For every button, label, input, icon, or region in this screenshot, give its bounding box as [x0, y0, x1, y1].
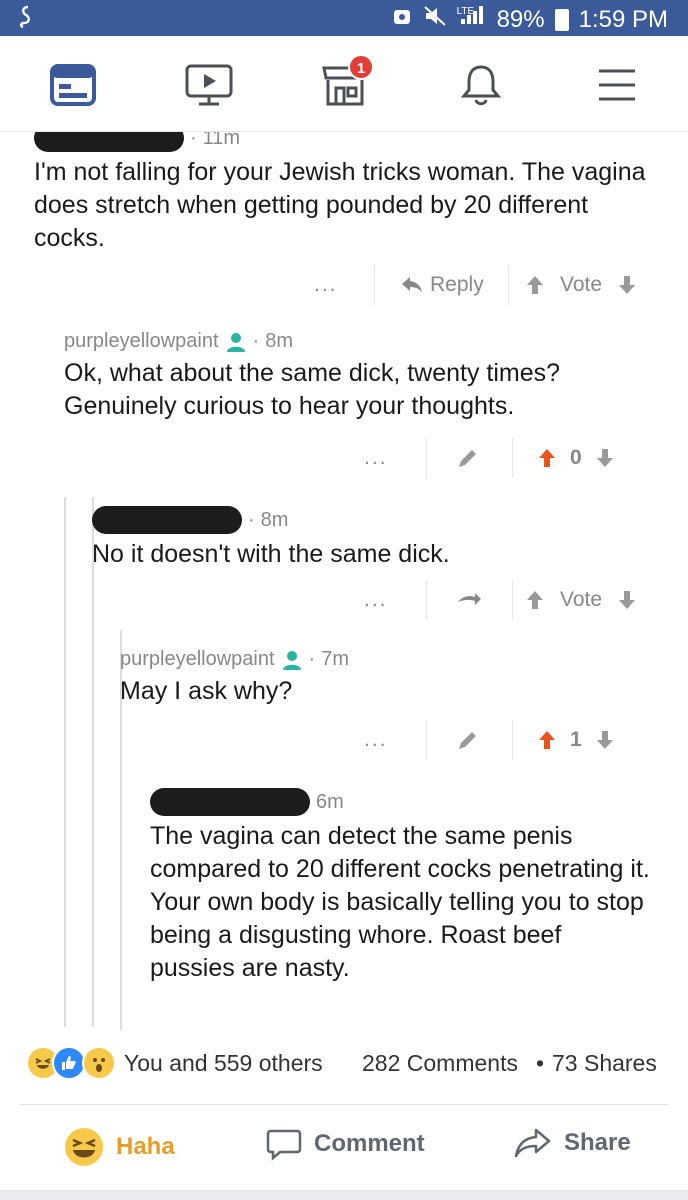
news-feed-icon[interactable]: [46, 58, 100, 112]
signal-icon: LTE: [457, 3, 487, 37]
pencil-icon: [459, 450, 476, 467]
comment-body: No it doesn't with the same dick.: [92, 540, 450, 568]
alarm-icon: [391, 5, 413, 36]
comment: · 8m No it doesn't with the same dick.: [92, 506, 652, 571]
watch-icon[interactable]: [182, 58, 236, 112]
notifications-icon[interactable]: [454, 58, 508, 112]
redacted-username: [34, 132, 184, 152]
upvote-icon[interactable]: [538, 730, 556, 750]
app-logo-icon: [14, 4, 38, 37]
more-options-button[interactable]: ...: [314, 273, 338, 297]
pencil-icon: [459, 732, 476, 749]
more-options-button[interactable]: ...: [364, 446, 388, 470]
marketplace-icon[interactable]: 1: [318, 54, 374, 112]
haha-icon: [65, 1128, 103, 1166]
downvote-icon[interactable]: [618, 275, 636, 295]
vote-control: Vote: [526, 588, 636, 612]
menu-icon[interactable]: [590, 58, 644, 112]
separator-dot: •: [536, 1050, 545, 1076]
redacted-username: [150, 788, 310, 816]
reply-button[interactable]: [456, 590, 482, 610]
edit-button[interactable]: [456, 728, 480, 752]
comment: · 11m I'm not falling for your Jewish tr…: [34, 132, 654, 255]
downvote-icon[interactable]: [596, 448, 614, 468]
upvote-icon[interactable]: [526, 275, 544, 295]
battery-percent: 89%: [496, 6, 545, 33]
downvote-icon[interactable]: [618, 590, 636, 610]
comment: purpleyellowpaint · 8m Ok, what about th…: [64, 330, 654, 423]
wow-icon: [82, 1046, 116, 1080]
comment-time: 8m: [260, 508, 289, 531]
comment-time: 7m: [321, 648, 350, 670]
user-icon: [281, 649, 303, 671]
vote-control: 1: [538, 728, 614, 752]
comment-thread: · 11m I'm not falling for your Jewish tr…: [0, 132, 688, 1030]
comment-username[interactable]: purpleyellowpaint: [120, 648, 275, 671]
reply-icon: [402, 277, 422, 293]
haha-button[interactable]: Haha: [64, 1127, 175, 1167]
comment-body: Ok, what about the same dick, twenty tim…: [64, 359, 561, 420]
share-icon: [514, 1128, 551, 1158]
comment: 6m The vagina can detect the same penis …: [150, 788, 650, 985]
reply-button[interactable]: Reply: [400, 273, 484, 297]
post-actions: Haha Comment Share: [0, 1105, 688, 1190]
comment-body: The vagina can detect the same penis com…: [150, 822, 650, 982]
clock: 1:59 PM: [578, 6, 668, 33]
vote-control: Vote: [526, 273, 636, 297]
bottom-strip: [0, 1190, 688, 1200]
reactions-text: You and 559 others: [124, 1050, 323, 1076]
comments-count[interactable]: 282 Comments: [362, 1050, 518, 1077]
reactions-summary[interactable]: You and 559 others 282 Comments • 73 Sha…: [0, 1040, 688, 1090]
comment-body: I'm not falling for your Jewish tricks w…: [34, 158, 646, 252]
comment-time: 8m: [265, 330, 294, 352]
thread-line: [64, 497, 66, 1027]
redacted-username: [92, 506, 242, 534]
more-options-button[interactable]: ...: [364, 588, 388, 612]
vote-score: 0: [570, 446, 582, 469]
comment-icon: [266, 1129, 302, 1161]
thread-line: [92, 497, 94, 1027]
status-bar: LTE 89% 1:59 PM: [0, 0, 688, 36]
comment-time: 11m: [202, 132, 241, 149]
user-icon: [225, 331, 247, 353]
facebook-nav-bar: 1: [0, 36, 688, 132]
shares-count[interactable]: 73 Shares: [552, 1050, 657, 1077]
like-icon: [52, 1046, 86, 1080]
share-button[interactable]: Share: [514, 1127, 631, 1159]
downvote-icon[interactable]: [596, 730, 614, 750]
comment-button[interactable]: Comment: [266, 1127, 425, 1161]
upvote-icon[interactable]: [538, 448, 556, 468]
mute-icon: [423, 5, 447, 36]
comment-body: May I ask why?: [120, 677, 293, 705]
edit-button[interactable]: [456, 446, 480, 470]
battery-icon: [554, 9, 569, 31]
upvote-icon[interactable]: [526, 590, 544, 610]
comment-time: 6m: [316, 790, 344, 813]
reply-icon: [458, 593, 481, 605]
vote-score: 1: [570, 728, 582, 751]
vote-control: 0: [538, 446, 614, 470]
marketplace-badge: 1: [348, 54, 374, 80]
more-options-button[interactable]: ...: [364, 728, 388, 752]
comment-username[interactable]: purpleyellowpaint: [64, 330, 219, 353]
comment: purpleyellowpaint · 7m May I ask why?: [120, 648, 650, 708]
